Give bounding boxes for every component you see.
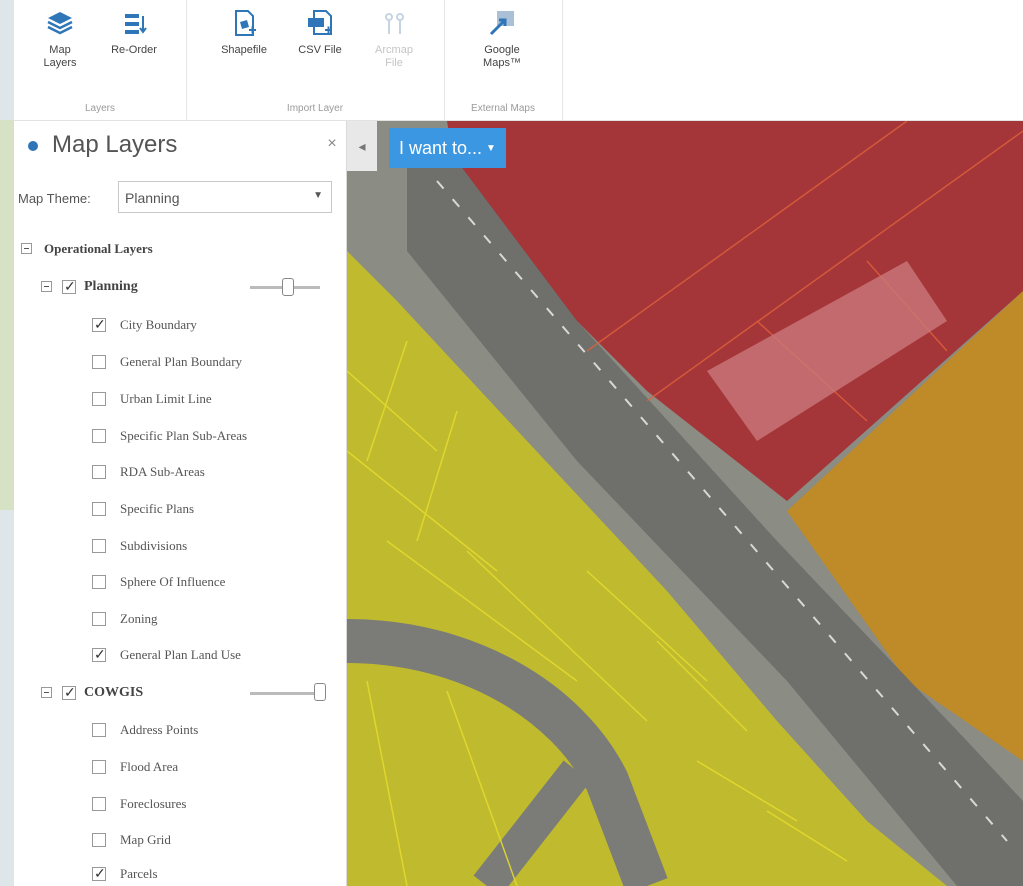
layer-checkbox[interactable] bbox=[92, 392, 106, 406]
map-layers-label: Map Layers bbox=[43, 44, 77, 69]
google-maps-button[interactable]: Google Maps™ bbox=[472, 8, 532, 70]
layer-label: City Boundary bbox=[120, 317, 197, 332]
shapefile-icon bbox=[235, 10, 256, 36]
layer-label: Specific Plans bbox=[120, 501, 195, 516]
i-want-to-label: I want to... bbox=[399, 138, 483, 158]
layer-label: Urban Limit Line bbox=[120, 391, 212, 406]
checkmark-icon: ✓ bbox=[94, 646, 106, 662]
layer-label: Parcels bbox=[120, 866, 158, 881]
close-icon[interactable]: × bbox=[322, 135, 342, 153]
layer-label: General Plan Land Use bbox=[120, 647, 241, 662]
cowgis-opacity-handle[interactable] bbox=[314, 683, 326, 701]
layer-checkbox[interactable] bbox=[92, 723, 106, 737]
ribbon-toolbar: Map Layers Re-Order Layers Shapefile CSV… bbox=[14, 0, 1023, 121]
layer-checkbox[interactable]: ✓ bbox=[92, 646, 106, 662]
csv-file-icon bbox=[308, 10, 332, 35]
chevron-down-icon: ▼ bbox=[313, 190, 323, 201]
collapse-panel-tab[interactable]: ◂ bbox=[347, 121, 377, 171]
layer-label: Address Points bbox=[120, 722, 199, 737]
arcmap-file-icon bbox=[385, 13, 404, 34]
map-view[interactable]: ◂ I want to... ▼ bbox=[347, 121, 1023, 886]
arcmap-file-button[interactable]: Arcmap File bbox=[364, 8, 424, 70]
layer-label: Foreclosures bbox=[120, 796, 187, 811]
layer-label: Flood Area bbox=[120, 759, 179, 774]
background-map bbox=[0, 120, 14, 510]
i-want-to-menu[interactable]: I want to... ▼ bbox=[389, 128, 506, 168]
shapefile-button[interactable]: Shapefile bbox=[214, 8, 274, 57]
reorder-label: Re-Order bbox=[111, 44, 157, 56]
cowgis-opacity-slider[interactable] bbox=[250, 692, 320, 695]
checkmark-icon: ✓ bbox=[94, 865, 106, 881]
layer-checkbox[interactable]: ✓ bbox=[92, 865, 106, 881]
collapse-toggle-operational[interactable] bbox=[21, 243, 32, 254]
reorder-icon bbox=[125, 14, 147, 34]
reorder-button[interactable]: Re-Order bbox=[104, 8, 164, 57]
checkmark-icon: ✓ bbox=[94, 316, 106, 332]
layer-label: Map Grid bbox=[120, 832, 171, 847]
panel-dot-icon bbox=[28, 141, 38, 151]
cowgis-group-label: COWGIS bbox=[84, 685, 144, 700]
csv-file-label: CSV File bbox=[298, 44, 342, 56]
panel-title: Map Layers bbox=[52, 131, 178, 158]
layer-checkbox[interactable] bbox=[92, 612, 106, 626]
map-theme-label: Map Theme: bbox=[18, 191, 91, 206]
ribbon-group-external: Google Maps™ External Maps bbox=[444, 0, 563, 120]
layer-checkbox[interactable] bbox=[92, 539, 106, 553]
ribbon-group-label: Import Layer bbox=[286, 103, 344, 114]
layer-checkbox[interactable] bbox=[92, 465, 106, 479]
map-theme-select[interactable]: Planning ▼ bbox=[118, 181, 332, 213]
ribbon-group-label: Layers bbox=[84, 103, 115, 114]
layer-checkbox[interactable] bbox=[92, 575, 106, 589]
planning-checkbox[interactable]: ✓ bbox=[62, 278, 76, 294]
layer-label: Subdivisions bbox=[120, 538, 188, 553]
layer-checkbox[interactable] bbox=[92, 797, 106, 811]
google-maps-icon bbox=[489, 11, 514, 36]
layer-checkbox[interactable] bbox=[92, 429, 106, 443]
layer-label: Zoning bbox=[120, 611, 158, 626]
map-theme-value: Planning bbox=[125, 190, 180, 206]
collapse-toggle-cowgis[interactable] bbox=[41, 687, 52, 698]
planning-group-label: Planning bbox=[84, 279, 138, 294]
layer-checkbox[interactable] bbox=[92, 502, 106, 516]
map-layers-button[interactable]: Map Layers bbox=[30, 8, 90, 70]
chevron-down-icon: ▼ bbox=[486, 143, 496, 155]
layers-icon bbox=[47, 12, 73, 35]
layer-label: General Plan Boundary bbox=[120, 354, 243, 369]
ribbon-group-layers: Map Layers Re-Order Layers bbox=[14, 0, 187, 120]
arcmap-file-label: Arcmap File bbox=[375, 44, 413, 69]
cowgis-checkbox[interactable]: ✓ bbox=[62, 684, 76, 700]
ribbon-group-label: External Maps bbox=[471, 103, 535, 114]
planning-opacity-handle[interactable] bbox=[282, 278, 294, 296]
layer-checkbox[interactable] bbox=[92, 833, 106, 847]
layer-label: Specific Plan Sub-Areas bbox=[120, 428, 248, 443]
map-layers-panel: Map Layers × Map Theme: Planning ▼ Opera… bbox=[14, 121, 347, 886]
layer-checkbox[interactable]: ✓ bbox=[92, 316, 106, 332]
panel-header: Map Layers × bbox=[14, 121, 346, 173]
map-canvas[interactable] bbox=[347, 121, 1023, 886]
google-maps-label: Google Maps™ bbox=[483, 44, 521, 69]
checkmark-icon: ✓ bbox=[64, 278, 76, 294]
csv-file-button[interactable]: CSV File bbox=[290, 8, 350, 57]
layer-checkbox[interactable] bbox=[92, 355, 106, 369]
layer-checkbox[interactable] bbox=[92, 760, 106, 774]
app-window: Map Layers Re-Order Layers Shapefile CSV… bbox=[14, 0, 1023, 886]
shapefile-label: Shapefile bbox=[221, 44, 267, 56]
layer-label: Sphere Of Influence bbox=[120, 574, 226, 589]
ribbon-group-import: Shapefile CSV File Arcmap File Import La… bbox=[186, 0, 445, 120]
operational-layers-label: Operational Layers bbox=[44, 241, 153, 256]
layer-label: RDA Sub-Areas bbox=[120, 464, 205, 479]
collapse-toggle-planning[interactable] bbox=[41, 281, 52, 292]
checkmark-icon: ✓ bbox=[64, 684, 76, 700]
